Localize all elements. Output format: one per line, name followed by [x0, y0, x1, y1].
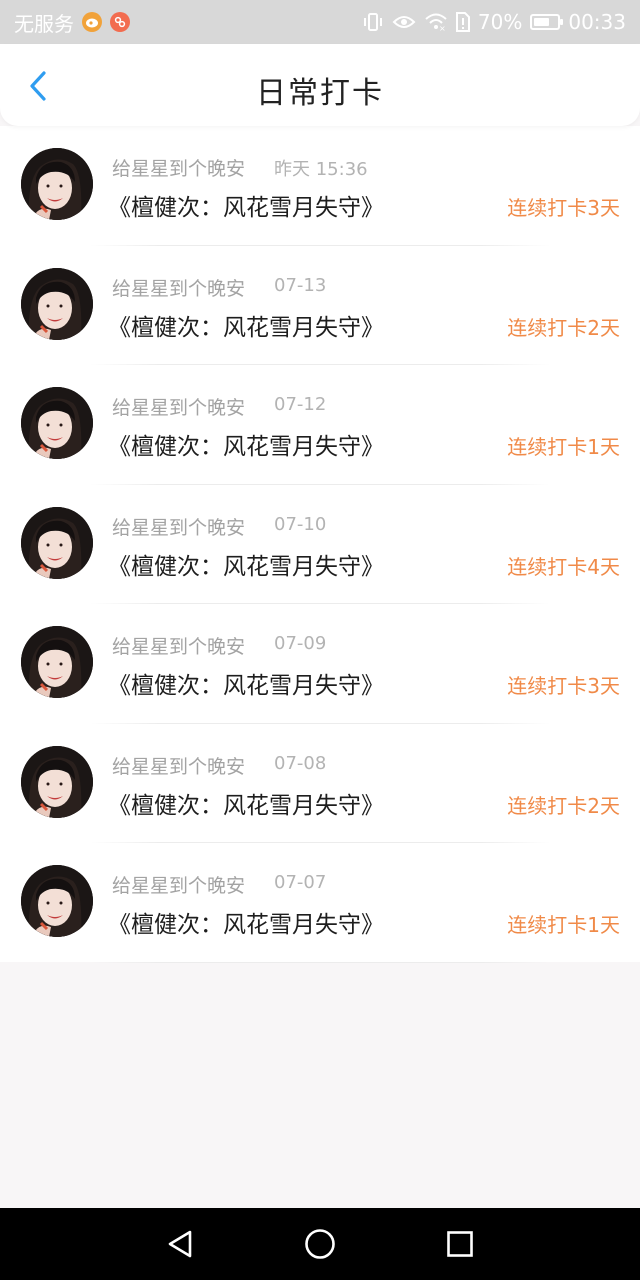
checkin-time: 07-07 [274, 872, 327, 893]
nav-home-button[interactable] [300, 1224, 340, 1264]
streak-badge: 连续打卡3天 [507, 196, 620, 220]
checkin-item[interactable]: 给星星到个晚安 07-10 《檀健次：风花雪月失守》 连续打卡4天 [0, 485, 640, 604]
checkin-item[interactable]: 给星星到个晚安 07-09 《檀健次：风花雪月失守》 连续打卡3天 [0, 604, 640, 724]
svg-text:×: × [439, 24, 446, 31]
sender-name: 给星星到个晚安 [112, 636, 246, 658]
recents-square-icon [447, 1231, 473, 1257]
wifi-icon: × [424, 13, 448, 31]
carrier-text: 无服务 [14, 11, 74, 36]
status-bar: 无服务 × 70% 00:33 [0, 0, 640, 44]
vibrate-icon [362, 12, 384, 32]
nav-recents-button[interactable] [440, 1224, 480, 1264]
page-title: 日常打卡 [256, 76, 384, 111]
song-title: 《檀健次：风花雪月失守》 [108, 434, 384, 460]
navigation-bar [0, 1208, 640, 1280]
streak-badge: 连续打卡3天 [507, 674, 620, 698]
avatar[interactable] [21, 267, 93, 340]
sender-name: 给星星到个晚安 [112, 158, 246, 180]
sim-alert-icon [455, 12, 470, 32]
streak-badge: 连续打卡1天 [507, 435, 620, 459]
app-notification-icon [110, 12, 130, 32]
streak-badge: 连续打卡1天 [507, 913, 620, 937]
avatar[interactable] [21, 387, 93, 459]
checkin-item[interactable]: 给星星到个晚安 07-13 《檀健次：风花雪月失守》 连续打卡2天 [0, 246, 640, 365]
status-right: × 70% 00:33 [362, 10, 626, 34]
avatar[interactable] [21, 865, 93, 937]
checkin-list: 给星星到个晚安 昨天 15:36 《檀健次：风花雪月失守》 连续打卡3天 给星星到个晚安… [0, 126, 640, 963]
sender-name: 给星星到个晚安 [112, 875, 246, 897]
battery-icon [530, 14, 564, 30]
song-title: 《檀健次：风花雪月失守》 [108, 314, 384, 341]
checkin-item[interactable]: 给星星到个晚安 07-07 《檀健次：风花雪月失守》 连续打卡1天 [0, 843, 640, 963]
sender-name: 给星星到个晚安 [112, 755, 246, 778]
screen: 无服务 × 70% 00:33 日常打卡 给星星到个晚安 昨天 15:36 《檀… [0, 0, 640, 1280]
song-title: 《檀健次：风花雪月失守》 [108, 195, 384, 221]
header: 日常打卡 [0, 44, 640, 126]
back-triangle-icon [168, 1230, 192, 1258]
checkin-time: 07-08 [274, 752, 327, 774]
avatar[interactable] [21, 626, 93, 698]
status-left: 无服务 [14, 8, 130, 37]
battery-level [534, 18, 550, 26]
avatar[interactable] [21, 745, 93, 818]
checkin-time: 昨天 15:36 [274, 159, 368, 180]
divider [90, 961, 550, 963]
battery-percent: 70% [477, 10, 523, 34]
streak-badge: 连续打卡2天 [507, 315, 620, 340]
streak-badge: 连续打卡4天 [507, 554, 620, 579]
checkin-time: 07-10 [274, 513, 327, 535]
avatar[interactable] [21, 506, 93, 579]
song-title: 《檀健次：风花雪月失守》 [108, 792, 384, 819]
home-circle-icon [305, 1229, 335, 1259]
song-title: 《檀健次：风花雪月失守》 [108, 673, 384, 699]
sender-name: 给星星到个晚安 [112, 277, 246, 300]
checkin-item[interactable]: 给星星到个晚安 07-08 《檀健次：风花雪月失守》 连续打卡2天 [0, 724, 640, 843]
song-title: 《檀健次：风花雪月失守》 [108, 553, 384, 580]
checkin-time: 07-09 [274, 633, 327, 654]
avatar[interactable] [21, 148, 93, 220]
eye-icon [392, 14, 416, 30]
clock: 00:33 [568, 10, 626, 34]
streak-badge: 连续打卡2天 [507, 793, 620, 818]
weibo-icon [82, 12, 102, 32]
checkin-item[interactable]: 给星星到个晚安 07-12 《檀健次：风花雪月失守》 连续打卡1天 [0, 365, 640, 485]
checkin-time: 07-13 [274, 274, 327, 296]
checkin-item[interactable]: 给星星到个晚安 昨天 15:36 《檀健次：风花雪月失守》 连续打卡3天 [0, 126, 640, 246]
nav-back-button[interactable] [160, 1224, 200, 1264]
checkin-time: 07-12 [274, 394, 327, 415]
song-title: 《檀健次：风花雪月失守》 [108, 912, 384, 938]
sender-name: 给星星到个晚安 [112, 516, 246, 539]
sender-name: 给星星到个晚安 [112, 397, 246, 419]
